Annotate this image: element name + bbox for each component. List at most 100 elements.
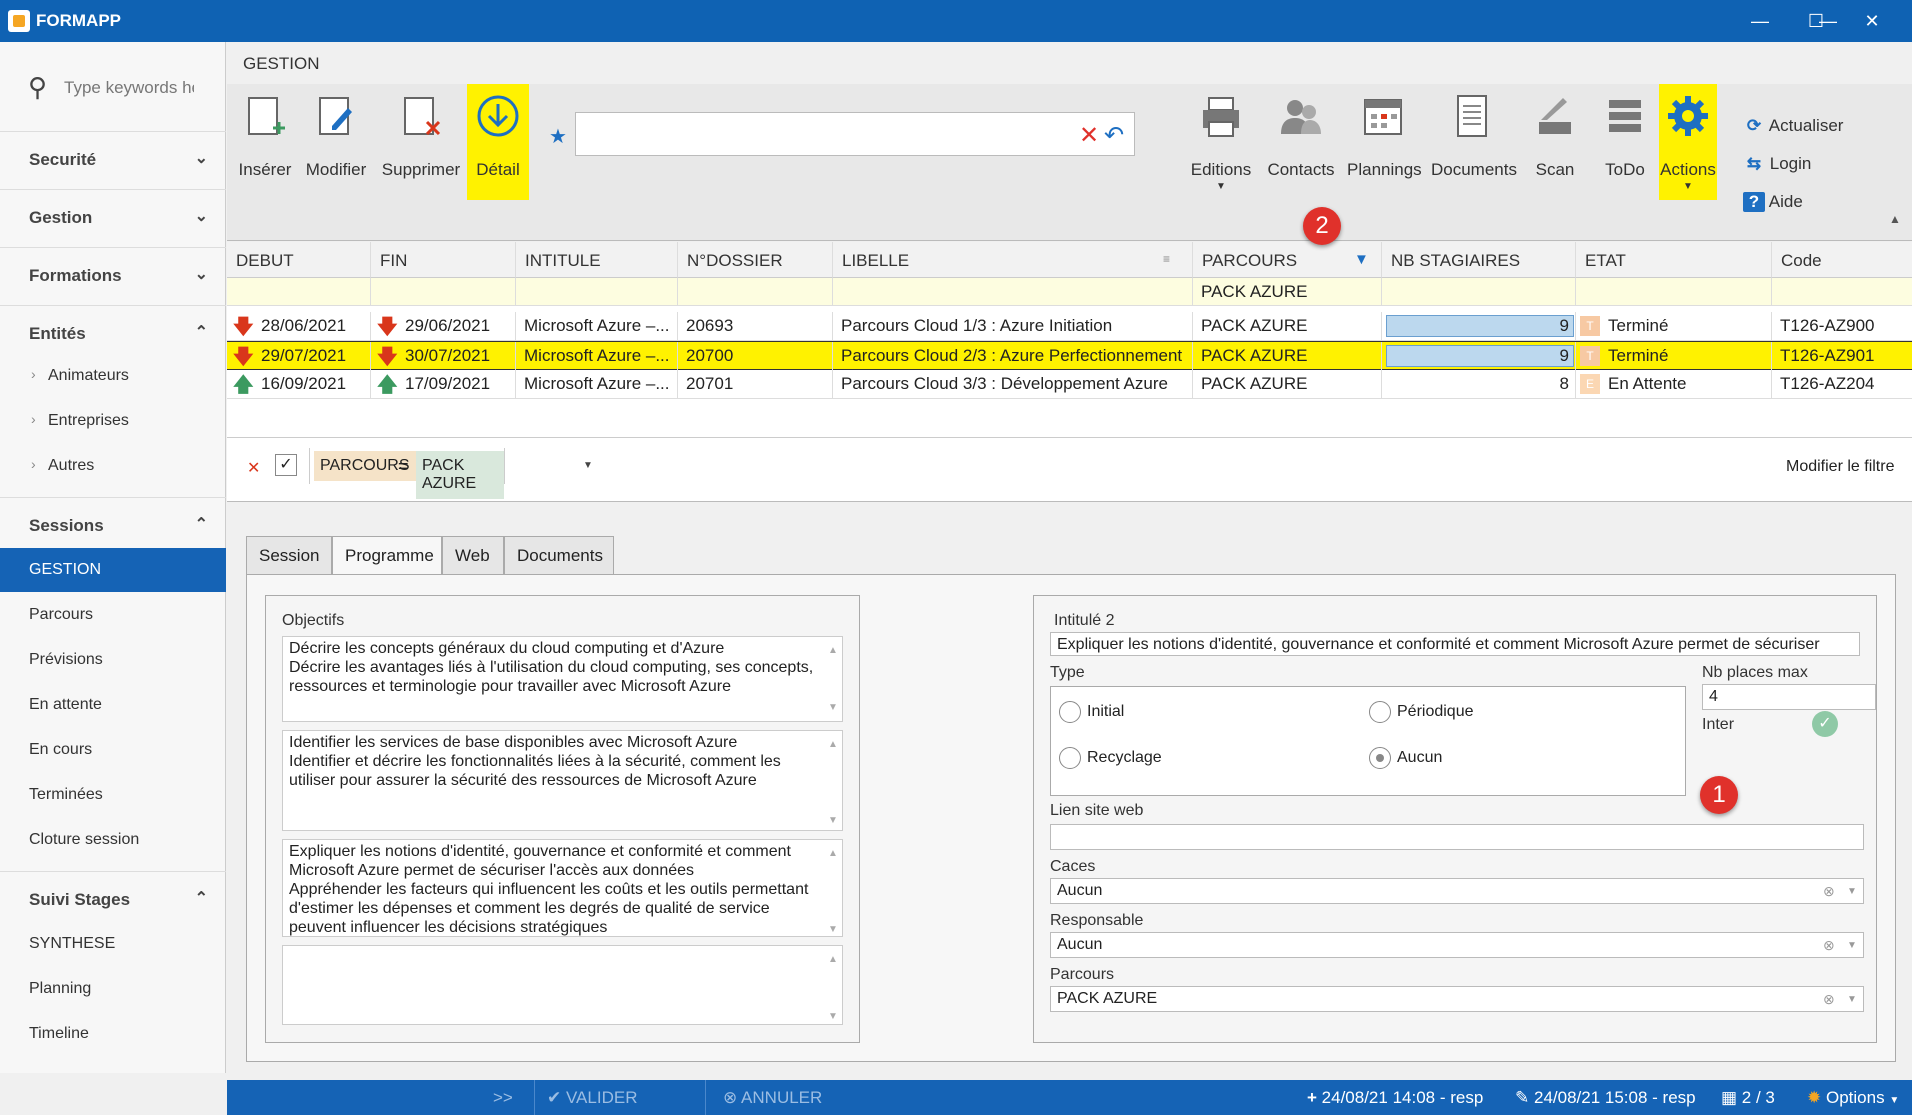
sidebar-item-autres[interactable]: › Autres — [0, 444, 226, 498]
tab-programme[interactable]: Programme — [332, 536, 442, 576]
sidebar-item-synthese[interactable]: SYNTHESE — [0, 922, 226, 966]
scrollbar[interactable]: ▲ ▼ — [828, 735, 838, 826]
parcours-select[interactable]: PACK AZURE ⊗ ▼ — [1050, 986, 1864, 1012]
tab-session[interactable]: Session — [246, 536, 332, 574]
clear-icon[interactable]: ⊗ — [1823, 883, 1835, 900]
scrollbar[interactable]: ▲ ▼ — [828, 950, 838, 1022]
sidebar-group-suivi-stages[interactable]: Suivi Stages ⌃ — [0, 872, 226, 922]
filter-cell-parcours[interactable]: PACK AZURE — [1193, 278, 1382, 306]
filter-dropdown-icon[interactable]: ▼ — [583, 460, 593, 471]
table-row-selected[interactable]: 🡇 29/07/2021 🡇 30/07/2021 Microsoft Azure … — [227, 341, 1912, 371]
documents-button[interactable]: Documents — [1431, 84, 1517, 199]
lien-site-field[interactable] — [1050, 824, 1864, 850]
sidebar-item-timeline[interactable]: Timeline — [0, 1012, 226, 1056]
sidebar-item-planning[interactable]: Planning — [0, 967, 226, 1011]
sidebar-item-gestion[interactable]: GESTION — [0, 548, 226, 592]
favorite-star-icon[interactable]: ★ — [549, 124, 567, 149]
clear-icon[interactable]: ✕ — [1079, 121, 1099, 150]
sidebar-group-formations[interactable]: Formations ⌄ — [0, 248, 226, 306]
sidebar-item-cloture-session[interactable]: Cloture session — [0, 818, 226, 872]
options-button[interactable]: ✹ Options ▼ — [1807, 1088, 1899, 1108]
nb-places-field[interactable]: 4 — [1702, 684, 1876, 710]
tab-web[interactable]: Web — [442, 536, 504, 574]
objectif-textarea-2[interactable]: Identifier les services de base disponib… — [282, 730, 843, 831]
scrollbar[interactable]: ▲ ▼ — [828, 844, 838, 935]
filter-icon[interactable]: ▼ — [1354, 251, 1369, 268]
login-button[interactable]: ⇆ Login — [1743, 154, 1811, 174]
sidebar-item-en-attente[interactable]: En attente — [0, 683, 226, 727]
radio-recyclage[interactable] — [1059, 747, 1081, 769]
column-header-dossier[interactable]: N°DOSSIER — [678, 242, 833, 278]
expand-arrows[interactable]: >> — [493, 1088, 513, 1108]
chevron-down-icon[interactable]: ▼ — [1847, 994, 1857, 1005]
sidebar-item-previsions[interactable]: Prévisions — [0, 638, 226, 682]
valider-button[interactable]: ✔ VALIDER — [547, 1088, 637, 1108]
contacts-button[interactable]: Contacts — [1267, 84, 1335, 199]
editions-button[interactable]: Editions ▼ — [1187, 84, 1255, 199]
sidebar-group-gestion[interactable]: Gestion ⌄ — [0, 190, 226, 248]
maximize-button[interactable]: ☐ — [1796, 6, 1836, 36]
ribbon-search-input[interactable]: ✕ ↶ — [575, 112, 1135, 156]
scrollbar[interactable]: ▲ ▼ — [828, 641, 838, 717]
tab-documents[interactable]: Documents — [504, 536, 614, 574]
filter-cell[interactable] — [516, 278, 678, 306]
filter-cell[interactable] — [1576, 278, 1772, 306]
intitule2-field[interactable]: Expliquer les notions d'identité, gouver… — [1050, 632, 1860, 656]
objectif-textarea-1[interactable]: Décrire les concepts généraux du cloud c… — [282, 636, 843, 722]
sidebar-item-animateurs[interactable]: › Animateurs — [0, 354, 226, 398]
undo-icon[interactable]: ↶ — [1104, 121, 1124, 150]
search-placeholder[interactable]: Type keywords he — [64, 78, 194, 98]
sidebar-item-terminees[interactable]: Terminées — [0, 773, 226, 817]
sidebar-group-securite[interactable]: Securité ⌄ — [0, 132, 226, 190]
column-header-nb-stagiaires[interactable]: NB STAGIAIRES — [1382, 242, 1576, 278]
column-header-debut[interactable]: DEBUT — [227, 242, 371, 278]
todo-button[interactable]: ToDo — [1599, 84, 1651, 199]
filter-value[interactable]: PACK AZURE — [416, 451, 504, 499]
filter-cell[interactable] — [678, 278, 833, 306]
caces-select[interactable]: Aucun ⊗ ▼ — [1050, 878, 1864, 904]
radio-periodique[interactable] — [1369, 701, 1391, 723]
sidebar-group-sessions[interactable]: Sessions ⌃ — [0, 498, 226, 548]
filter-enabled-checkbox[interactable]: ✓ — [275, 454, 297, 476]
filter-cell[interactable] — [1382, 278, 1576, 306]
sort-icon[interactable]: ≡ — [1163, 252, 1170, 266]
radio-aucun[interactable] — [1369, 747, 1391, 769]
sidebar-item-en-cours[interactable]: En cours — [0, 728, 226, 772]
actions-button[interactable]: Actions ▼ — [1659, 84, 1717, 200]
scan-button[interactable]: Scan — [1527, 84, 1583, 199]
inter-check-icon[interactable]: ✓ — [1812, 711, 1838, 737]
clear-icon[interactable]: ⊗ — [1823, 937, 1835, 954]
table-row[interactable]: 🡅 16/09/2021 🡅 17/09/2021 Microsoft Azure … — [227, 370, 1912, 399]
clear-icon[interactable]: ⊗ — [1823, 991, 1835, 1008]
aide-button[interactable]: ? Aide — [1743, 192, 1803, 212]
filter-cell[interactable] — [371, 278, 516, 306]
chevron-down-icon[interactable]: ▼ — [1847, 940, 1857, 951]
close-button[interactable]: ✕ — [1852, 6, 1892, 36]
column-header-etat[interactable]: ETAT — [1576, 242, 1772, 278]
modifier-filtre-link[interactable]: Modifier le filtre — [1786, 458, 1894, 476]
sidebar-item-entreprises[interactable]: › Entreprises — [0, 399, 226, 443]
column-header-libelle[interactable]: LIBELLE — [833, 242, 1193, 278]
modifier-button[interactable]: Modifier — [303, 84, 369, 199]
grid-filter-row[interactable]: PACK AZURE — [227, 278, 1912, 306]
objectif-textarea-3[interactable]: Expliquer les notions d'identité, gouver… — [282, 839, 843, 937]
table-row[interactable]: 🡇 28/06/2021 🡇 29/06/2021 Microsoft Azure … — [227, 312, 1912, 341]
sidebar-item-parcours[interactable]: Parcours — [0, 593, 226, 637]
filter-cell[interactable] — [833, 278, 1193, 306]
chevron-down-icon[interactable]: ▼ — [1847, 886, 1857, 897]
clear-filter-icon[interactable]: ✕ — [247, 458, 260, 478]
supprimer-button[interactable]: Supprimer — [381, 84, 461, 199]
filter-cell[interactable] — [227, 278, 371, 306]
column-header-code[interactable]: Code — [1772, 242, 1912, 278]
filter-operator[interactable]: = — [398, 456, 409, 477]
actualiser-button[interactable]: ⟳ Actualiser — [1743, 116, 1844, 136]
sidebar-search[interactable]: ⚲ Type keywords he — [0, 42, 226, 132]
inserer-button[interactable]: Insérer — [235, 84, 295, 199]
detail-button[interactable]: Détail — [467, 84, 529, 200]
radio-initial[interactable] — [1059, 701, 1081, 723]
minimize-button-2[interactable]: — — [1740, 6, 1780, 36]
filter-expression[interactable]: PARCOURS = PACK AZURE — [309, 448, 505, 499]
column-header-intitule[interactable]: INTITULE — [516, 242, 678, 278]
column-header-fin[interactable]: FIN — [371, 242, 516, 278]
responsable-select[interactable]: Aucun ⊗ ▼ — [1050, 932, 1864, 958]
